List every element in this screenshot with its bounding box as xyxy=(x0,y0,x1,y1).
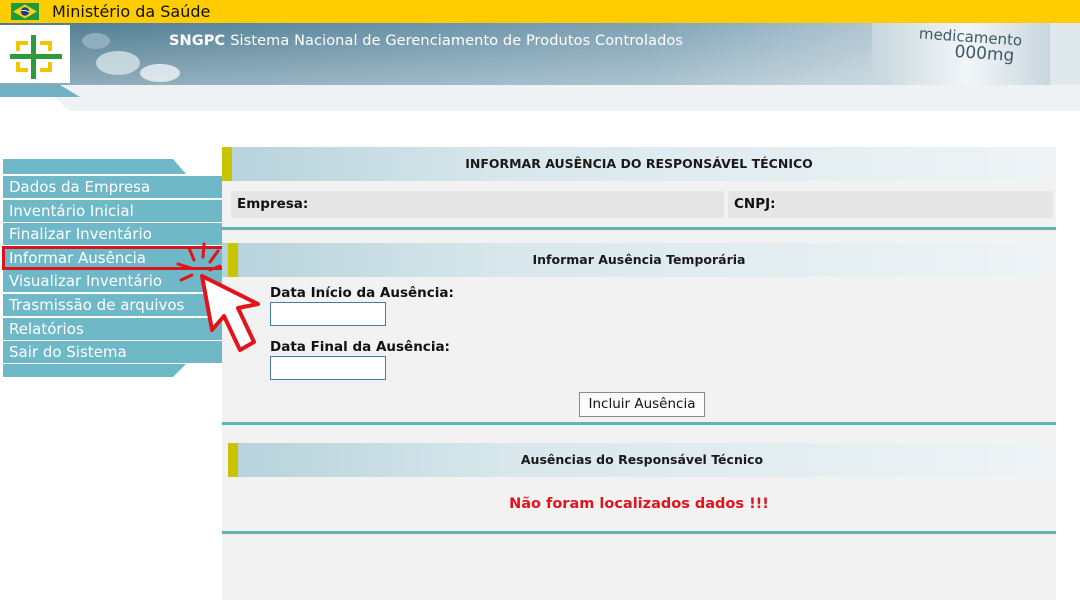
sidebar-bottom-cap xyxy=(3,364,186,377)
header-accent-bar xyxy=(228,443,238,477)
pointer-cursor-annotation-icon xyxy=(176,242,260,352)
cnpj-cell: CNPJ: xyxy=(728,191,1053,218)
sidebar-item-dados-da-empresa[interactable]: Dados da Empresa xyxy=(3,176,222,198)
government-bar: Ministério da Saúde xyxy=(0,0,1080,23)
page-title: INFORMAR AUSÊNCIA DO RESPONSÁVEL TÉCNICO xyxy=(465,156,813,171)
page-title-header: INFORMAR AUSÊNCIA DO RESPONSÁVEL TÉCNICO xyxy=(222,147,1056,181)
ministry-title: Ministério da Saúde xyxy=(52,2,211,21)
company-info-row: Empresa: CNPJ: xyxy=(231,191,1053,218)
anvisa-logo-icon xyxy=(10,35,62,79)
cnpj-label: CNPJ: xyxy=(734,196,776,212)
sidebar-item-inventario-inicial[interactable]: Inventário Inicial xyxy=(3,199,222,222)
header-accent-bar xyxy=(222,147,232,181)
include-absence-button[interactable]: Incluir Ausência xyxy=(579,392,705,417)
empresa-label: Empresa: xyxy=(237,196,309,212)
brazil-flag-icon xyxy=(11,3,39,20)
empresa-cell: Empresa: xyxy=(231,191,724,218)
empty-results-message: Não foram localizados dados !!! xyxy=(509,496,769,512)
system-name: Sistema Nacional de Gerenciamento de Pro… xyxy=(230,33,683,49)
section-divider xyxy=(222,531,1056,534)
start-date-input[interactable] xyxy=(270,302,386,326)
section-divider xyxy=(222,227,1056,230)
system-acronym: SNGPC xyxy=(169,33,226,49)
system-banner: SNGPC Sistema Nacional de Gerenciamento d… xyxy=(0,23,1080,111)
temporary-absence-header: Informar Ausência Temporária xyxy=(222,243,1056,277)
end-date-label: Data Final da Ausência: xyxy=(270,339,450,355)
start-date-label: Data Início da Ausência: xyxy=(270,285,454,301)
system-title: SNGPC Sistema Nacional de Gerenciamento d… xyxy=(169,33,683,49)
logo-container xyxy=(0,25,70,83)
absences-list-title: Ausências do Responsável Técnico xyxy=(520,452,764,467)
end-date-input[interactable] xyxy=(270,356,386,380)
section-divider xyxy=(222,422,1056,425)
temporary-absence-title: Informar Ausência Temporária xyxy=(532,252,746,267)
main-content: INFORMAR AUSÊNCIA DO RESPONSÁVEL TÉCNICO… xyxy=(222,147,1056,600)
sidebar-top-cap xyxy=(3,159,186,174)
absences-list-header: Ausências do Responsável Técnico xyxy=(228,443,1056,477)
